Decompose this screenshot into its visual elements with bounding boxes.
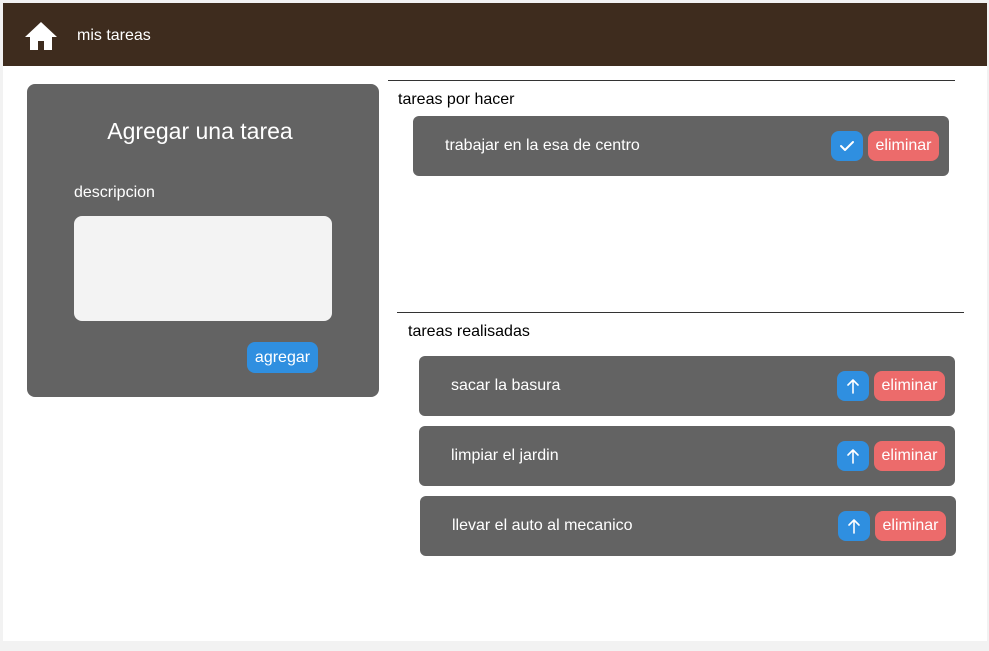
arrow-up-icon [848,519,860,534]
task-text: llevar el auto al mecanico [452,517,633,534]
task-text: trabajar en la esa de centro [445,137,640,154]
complete-button[interactable] [831,131,863,161]
task-text: sacar la basura [451,377,561,394]
add-button[interactable]: agregar [247,342,318,373]
restore-button[interactable] [837,371,869,401]
pending-divider [388,80,955,81]
delete-button[interactable]: eliminar [874,371,945,401]
pending-task-row: trabajar en la esa de centro eliminar [413,116,949,176]
restore-button[interactable] [837,441,869,471]
description-input[interactable] [74,216,332,321]
delete-button[interactable]: eliminar [875,511,946,541]
done-task-row: sacar la basura eliminar [419,356,955,416]
add-task-panel: Agregar una tarea descripcion agregar [27,84,379,397]
done-section-label: tareas realisadas [408,323,530,340]
delete-button[interactable]: eliminar [868,131,939,161]
add-task-title: Agregar una tarea [107,118,293,144]
home-icon[interactable] [24,20,58,52]
arrow-up-icon [847,379,859,394]
restore-button[interactable] [838,511,870,541]
pending-section-label: tareas por hacer [398,91,515,108]
description-label: descripcion [74,184,155,201]
arrow-up-icon [847,449,859,464]
task-text: limpiar el jardin [451,447,559,464]
app-title: mis tareas [77,27,151,44]
done-divider [397,312,964,313]
done-task-row: limpiar el jardin eliminar [419,426,955,486]
delete-button[interactable]: eliminar [874,441,945,471]
top-bar: mis tareas [3,3,987,66]
done-task-row: llevar el auto al mecanico eliminar [420,496,956,556]
check-icon [840,141,854,151]
